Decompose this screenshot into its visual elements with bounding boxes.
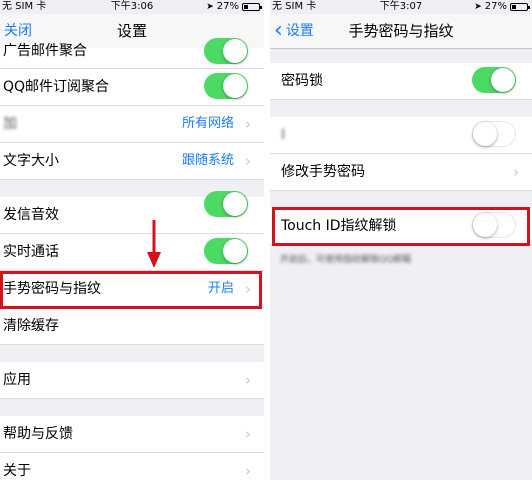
status-bar: 无 SIM 卡 下午3:06 ➤ 27% xyxy=(0,0,264,14)
row-label: 文字大小 xyxy=(3,153,59,169)
nav-bar: ‹ 设置 手势密码与指纹 xyxy=(270,14,532,49)
highlight-box xyxy=(0,271,262,309)
chevron-right-icon: › xyxy=(245,371,251,389)
chevron-right-icon: › xyxy=(245,152,251,170)
row-label: 密码锁 xyxy=(281,73,323,89)
row-label: 实时通话 xyxy=(3,244,59,260)
show-track-toggle[interactable] xyxy=(472,121,516,147)
row-value: 所有网络 xyxy=(181,116,234,131)
chevron-right-icon: › xyxy=(245,115,251,133)
location-icon: ➤ xyxy=(474,2,482,12)
battery-percent: 27% xyxy=(216,1,239,12)
passcode-toggle[interactable] xyxy=(472,67,516,93)
row-label: I xyxy=(281,127,286,143)
status-bar: 无 SIM 卡 下午3:07 ➤ 27% xyxy=(270,0,532,14)
page-title: 手势密码与指纹 xyxy=(348,22,454,40)
row-label: 关于 xyxy=(3,463,31,479)
row-label: 修改手势密码 xyxy=(281,164,365,180)
gesture-fingerprint-screen: 无 SIM 卡 下午3:07 ➤ 27% ‹ 设置 手势密码与指纹 密码锁 I … xyxy=(270,0,532,480)
apps-row[interactable]: 应用 › xyxy=(0,362,264,399)
battery-icon xyxy=(242,3,262,11)
row-label: 加 xyxy=(3,116,17,132)
font-size-row[interactable]: 文字大小 跟随系统 › xyxy=(0,143,264,180)
mail-aggregate-row[interactable]: 广告邮件聚合 xyxy=(0,38,264,69)
download-row[interactable]: 加 所有网络 › xyxy=(0,106,264,143)
qq-subscribe-toggle[interactable] xyxy=(204,73,248,99)
row-label: 应用 xyxy=(3,372,31,388)
settings-screen: 无 SIM 卡 下午3:06 ➤ 27% 关闭 设置 广告邮件聚合 QQ邮件订阅… xyxy=(0,0,264,480)
notify-sound-row[interactable]: 发信音效 xyxy=(0,191,264,234)
chevron-right-icon: › xyxy=(245,425,251,443)
touch-id-footer-note: 开启后，可使用指纹解锁QQ邮箱 xyxy=(280,255,412,265)
about-row[interactable]: 关于 › xyxy=(0,453,264,480)
row-label: 清除缓存 xyxy=(3,318,59,334)
passcode-row[interactable]: 密码锁 xyxy=(270,63,532,100)
notify-sound-toggle[interactable] xyxy=(204,191,248,217)
chevron-right-icon: › xyxy=(513,163,519,181)
clear-cache-row[interactable]: 清除缓存 xyxy=(0,308,264,345)
row-label: 帮助与反馈 xyxy=(3,426,73,442)
battery-percent: 27% xyxy=(484,1,507,12)
row-value: 跟随系统 xyxy=(181,153,234,168)
chevron-right-icon: › xyxy=(245,462,251,480)
location-icon: ➤ xyxy=(206,2,214,12)
realtime-toggle[interactable] xyxy=(204,238,248,264)
row-label: 广告邮件聚合 xyxy=(3,43,87,59)
help-row[interactable]: 帮助与反馈 › xyxy=(0,416,264,453)
show-track-row[interactable]: I xyxy=(270,117,532,154)
realtime-row[interactable]: 实时通话 xyxy=(0,234,264,271)
row-label: 发信音效 xyxy=(3,207,59,223)
mail-aggregate-toggle[interactable] xyxy=(204,38,248,64)
change-gesture-row[interactable]: 修改手势密码 › xyxy=(270,154,532,191)
down-arrow-icon xyxy=(147,220,161,268)
qq-subscribe-row[interactable]: QQ邮件订阅聚合 xyxy=(0,69,264,106)
battery-icon xyxy=(510,3,530,11)
highlight-box xyxy=(272,207,530,246)
row-label: QQ邮件订阅聚合 xyxy=(3,79,110,95)
